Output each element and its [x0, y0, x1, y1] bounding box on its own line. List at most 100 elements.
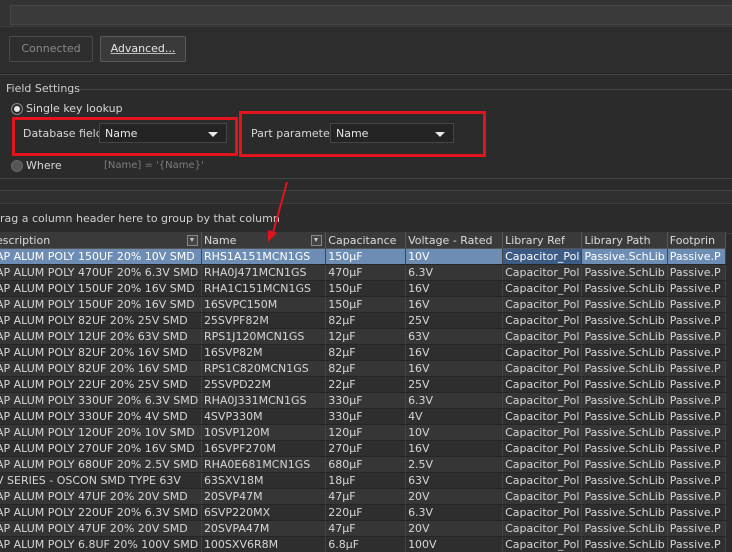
table-cell[interactable]: Passive.P	[667, 472, 727, 489]
table-cell[interactable]: Capacitor_Pol	[502, 440, 583, 457]
table-cell[interactable]: AP ALUM POLY 47UF 20% 20V SMD	[0, 520, 202, 537]
table-cell[interactable]: 100SXV6R8M	[201, 536, 327, 552]
table-cell[interactable]: 6.3V	[405, 504, 504, 521]
table-cell[interactable]: Passive.SchLib	[581, 408, 668, 425]
table-row[interactable]: AP ALUM POLY 47UF 20% 20V SMD 20SVP47M 47µ…	[0, 488, 727, 505]
table-row[interactable]: AP ALUM POLY 12UF 20% 63V SMD RPS1J120MCN…	[0, 328, 727, 345]
column-header[interactable]: Library Ref	[502, 232, 583, 249]
table-cell[interactable]: Passive.SchLib	[581, 456, 668, 473]
splitter[interactable]	[0, 191, 732, 203]
table-cell[interactable]: RHS1A151MCN1GS	[201, 248, 327, 265]
table-cell[interactable]: AP ALUM POLY 680UF 20% 2.5V SMD	[0, 456, 202, 473]
table-cell[interactable]: AP ALUM POLY 120UF 20% 10V SMD	[0, 424, 202, 441]
group-by-panel[interactable]: rag a column header here to group by tha…	[0, 203, 732, 234]
table-cell[interactable]: 10V	[405, 248, 504, 265]
table-cell[interactable]: 4SVP330M	[201, 408, 327, 425]
table-cell[interactable]: 20V	[405, 520, 504, 537]
table-cell[interactable]: 220µF	[325, 504, 407, 521]
table-cell[interactable]: 150µF	[325, 248, 407, 265]
table-row[interactable]: AP ALUM POLY 47UF 20% 20V SMD 20SVPA47M 47…	[0, 520, 727, 537]
column-header[interactable]: Footprin	[667, 232, 727, 249]
table-cell[interactable]: Passive.P	[667, 344, 727, 361]
filter-icon[interactable]	[186, 235, 198, 246]
table-cell[interactable]: Passive.SchLib	[581, 440, 668, 457]
table-cell[interactable]: Passive.SchLib	[581, 280, 668, 297]
table-cell[interactable]: 20SVPA47M	[201, 520, 327, 537]
table-row[interactable]: AP ALUM POLY 120UF 20% 10V SMD 10SVP120M 1…	[0, 424, 727, 441]
table-cell[interactable]: Passive.P	[667, 456, 727, 473]
table-row[interactable]: AP ALUM POLY 220UF 20% 6.3V SMD 6SVP220MX…	[0, 504, 727, 521]
table-cell[interactable]: AP ALUM POLY 6.8UF 20% 100V SMD	[0, 536, 202, 552]
table-row[interactable]: AP ALUM POLY 150UF 20% 16V SMD RHA1C151MC…	[0, 280, 727, 297]
table-cell[interactable]: 47µF	[325, 488, 407, 505]
table-cell[interactable]: Capacitor_Pol	[502, 296, 583, 313]
table-cell[interactable]: RHA0E681MCN1GS	[201, 456, 327, 473]
table-cell[interactable]: 16SVPF270M	[201, 440, 327, 457]
table-row[interactable]: AP ALUM POLY 270UF 20% 16V SMD 16SVPF270M…	[0, 440, 727, 457]
table-cell[interactable]: 82µF	[325, 312, 407, 329]
table-cell[interactable]: 10V	[405, 424, 504, 441]
table-cell[interactable]: Passive.P	[667, 488, 727, 505]
table-row[interactable]: AP ALUM POLY 22UF 20% 25V SMD 25SVPD22M 22…	[0, 376, 727, 393]
table-cell[interactable]: Capacitor_Pol	[502, 328, 583, 345]
table-cell[interactable]: 25SVPD22M	[201, 376, 327, 393]
table-cell[interactable]: AP ALUM POLY 47UF 20% 20V SMD	[0, 488, 202, 505]
table-cell[interactable]: Passive.P	[667, 408, 727, 425]
column-header[interactable]: escription	[0, 232, 202, 249]
table-row[interactable]: AP ALUM POLY 82UF 20% 25V SMD 25SVPF82M 82…	[0, 312, 727, 329]
table-row[interactable]: AP ALUM POLY 680UF 20% 2.5V SMD RHA0E681M…	[0, 456, 727, 473]
table-cell[interactable]: 82µF	[325, 360, 407, 377]
table-cell[interactable]: V SERIES - OSCON SMD TYPE 63V	[0, 472, 202, 489]
table-row[interactable]: AP ALUM POLY 82UF 20% 16V SMD RPS1C820MCN…	[0, 360, 727, 377]
table-cell[interactable]: Capacitor_Pol	[502, 456, 583, 473]
table-cell[interactable]: AP ALUM POLY 220UF 20% 6.3V SMD	[0, 504, 202, 521]
single-key-radio[interactable]	[11, 103, 23, 115]
table-cell[interactable]: 16SVP82M	[201, 344, 327, 361]
table-cell[interactable]: Capacitor_Pol	[502, 312, 583, 329]
table-cell[interactable]: Capacitor_Pol	[502, 248, 583, 265]
column-header[interactable]: Library Path	[581, 232, 668, 249]
table-cell[interactable]: Capacitor_Pol	[502, 504, 583, 521]
table-cell[interactable]: Capacitor_Pol	[502, 408, 583, 425]
table-cell[interactable]: Passive.SchLib	[581, 392, 668, 409]
column-header[interactable]: Capacitance	[325, 232, 407, 249]
table-cell[interactable]: RHA0J471MCN1GS	[201, 264, 327, 281]
table-cell[interactable]: Passive.P	[667, 424, 727, 441]
table-cell[interactable]: Capacitor_Pol	[502, 472, 583, 489]
table-row[interactable]: V SERIES - OSCON SMD TYPE 63V 63SXV18M 18µ…	[0, 472, 727, 489]
table-cell[interactable]: Passive.SchLib	[581, 504, 668, 521]
table-cell[interactable]: 16V	[405, 296, 504, 313]
table-cell[interactable]: Capacitor_Pol	[502, 536, 583, 552]
table-cell[interactable]: Passive.SchLib	[581, 520, 668, 537]
table-cell[interactable]: RPS1C820MCN1GS	[201, 360, 327, 377]
table-cell[interactable]: 120µF	[325, 424, 407, 441]
table-cell[interactable]: AP ALUM POLY 150UF 20% 16V SMD	[0, 296, 202, 313]
table-cell[interactable]: AP ALUM POLY 150UF 20% 16V SMD	[0, 280, 202, 297]
table-cell[interactable]: AP ALUM POLY 470UF 20% 6.3V SMD	[0, 264, 202, 281]
table-cell[interactable]: Capacitor_Pol	[502, 280, 583, 297]
table-cell[interactable]: Passive.SchLib	[581, 472, 668, 489]
column-header[interactable]: Voltage - Rated	[405, 232, 504, 249]
filter-icon[interactable]	[311, 235, 323, 246]
advanced-button[interactable]: Advanced...	[100, 36, 186, 62]
table-cell[interactable]: Passive.SchLib	[581, 312, 668, 329]
connected-button[interactable]: Connected	[9, 36, 93, 62]
table-cell[interactable]: Capacitor_Pol	[502, 360, 583, 377]
table-cell[interactable]: 16V	[405, 344, 504, 361]
table-cell[interactable]: Passive.P	[667, 264, 727, 281]
table-cell[interactable]: Passive.P	[667, 376, 727, 393]
table-cell[interactable]: Passive.SchLib	[581, 248, 668, 265]
table-cell[interactable]: 100V	[405, 536, 504, 552]
table-cell[interactable]: Capacitor_Pol	[502, 520, 583, 537]
table-cell[interactable]: Passive.SchLib	[581, 264, 668, 281]
table-cell[interactable]: RHA0J331MCN1GS	[201, 392, 327, 409]
table-cell[interactable]: Passive.P	[667, 504, 727, 521]
table-row[interactable]: AP ALUM POLY 330UF 20% 6.3V SMD RHA0J331M…	[0, 392, 727, 409]
table-cell[interactable]: 150µF	[325, 296, 407, 313]
database-field-combo[interactable]: Name	[99, 123, 227, 143]
table-cell[interactable]: Passive.SchLib	[581, 488, 668, 505]
table-cell[interactable]: 330µF	[325, 408, 407, 425]
table-cell[interactable]: Passive.P	[667, 440, 727, 457]
table-cell[interactable]: 16V	[405, 440, 504, 457]
table-cell[interactable]: Passive.P	[667, 328, 727, 345]
